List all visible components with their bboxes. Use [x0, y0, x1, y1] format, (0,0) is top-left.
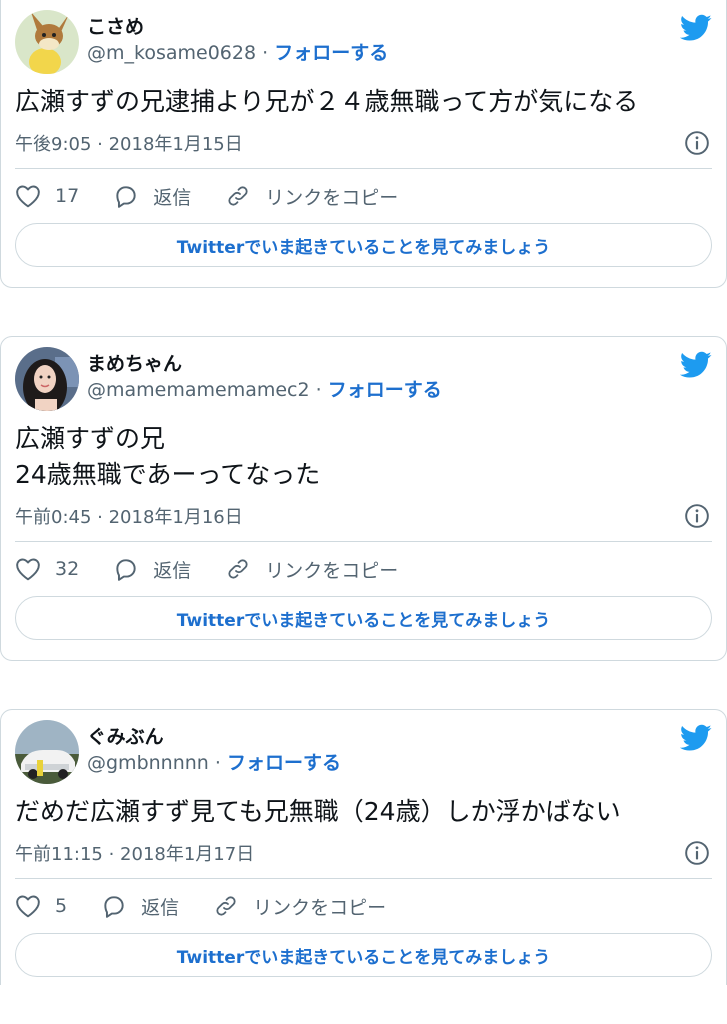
author-names: こさめ @m_kosame0628 · フォローする — [87, 14, 388, 66]
timestamp-link[interactable]: 午前0:45 · 2018年1月16日 — [15, 503, 243, 529]
timestamp-link[interactable]: 午後9:05 · 2018年1月15日 — [15, 130, 243, 156]
author-names: まめちゃん @mamemamemamec2 · フォローする — [87, 351, 442, 403]
tweet-header: ぐみぶん @gmbnnnnn · フォローする — [15, 710, 712, 784]
reply-button[interactable]: 返信 — [113, 556, 191, 583]
see-whats-happening-button[interactable]: Twitterでいま起きていることを見てみましょう — [15, 223, 712, 267]
reply-bubble-icon — [116, 186, 136, 208]
like-count: 5 — [55, 895, 68, 917]
like-count: 32 — [55, 558, 80, 580]
tweet-actions: 5 返信 リンクをコピー — [15, 879, 712, 933]
see-whats-happening-button[interactable]: Twitterでいま起きていることを見てみましょう — [15, 596, 712, 640]
tweet-text: 広瀬すずの兄 24歳無職であーってなった — [15, 424, 321, 489]
info-icon[interactable] — [684, 840, 710, 866]
tweet-card: ぐみぶん @gmbnnnnn · フォローする だめだ広瀬すず見ても兄無職（24… — [0, 709, 727, 985]
tweet-actions: 32 返信 リンクをコピー — [15, 542, 712, 596]
reply-button[interactable]: 返信 — [113, 183, 191, 210]
heart-icon — [16, 895, 40, 918]
tweet-meta: 午前0:45 · 2018年1月16日 — [15, 501, 712, 531]
separator: · — [262, 42, 269, 64]
handle-line: @mamemamemamec2 · フォローする — [87, 377, 442, 403]
copy-link-label: リンクをコピー — [253, 896, 387, 919]
tweet-text: 広瀬すずの兄逮捕より兄が２４歳無職って方が気になる — [15, 87, 639, 116]
timestamp-link[interactable]: 午前11:15 · 2018年1月17日 — [15, 840, 254, 866]
link-icon — [228, 559, 248, 579]
reply-bubble-icon — [104, 896, 124, 918]
link-icon — [216, 896, 236, 916]
handle[interactable]: @m_kosame0628 — [87, 42, 256, 64]
like-button[interactable]: 5 — [15, 894, 67, 918]
tweet-meta: 午後9:05 · 2018年1月15日 — [15, 128, 712, 158]
reply-label: 返信 — [153, 186, 192, 209]
like-button[interactable]: 17 — [15, 184, 79, 208]
card-gap — [0, 288, 727, 336]
tweet-header: こさめ @m_kosame0628 · フォローする — [15, 0, 712, 74]
twitter-bird-icon[interactable] — [680, 14, 712, 42]
reply-button[interactable]: 返信 — [101, 893, 179, 920]
follow-button[interactable]: フォローする — [227, 752, 341, 774]
avatar[interactable] — [15, 347, 79, 411]
twitter-bird-icon[interactable] — [680, 351, 712, 379]
handle-line: @m_kosame0628 · フォローする — [87, 40, 388, 66]
tweet-actions: 17 返信 リンクをコピー — [15, 169, 712, 223]
follow-button[interactable]: フォローする — [274, 42, 388, 64]
handle[interactable]: @gmbnnnnn — [87, 752, 209, 774]
avatar[interactable] — [15, 10, 79, 74]
separator: · — [315, 379, 322, 401]
see-whats-happening-button[interactable]: Twitterでいま起きていることを見てみましょう — [15, 933, 712, 977]
display-name[interactable]: ぐみぶん — [87, 724, 341, 750]
info-icon[interactable] — [684, 503, 710, 529]
card-gap — [0, 661, 727, 709]
tweet-card: まめちゃん @mamemamemamec2 · フォローする 広瀬すずの兄 24… — [0, 336, 727, 661]
separator: · — [214, 752, 221, 774]
tweet-meta: 午前11:15 · 2018年1月17日 — [15, 838, 712, 868]
tweet-card: こさめ @m_kosame0628 · フォローする 広瀬すずの兄逮捕より兄が２… — [0, 0, 727, 288]
twitter-bird-icon[interactable] — [680, 724, 712, 752]
info-icon[interactable] — [684, 130, 710, 156]
like-button[interactable]: 32 — [15, 557, 79, 581]
link-icon — [228, 186, 248, 206]
heart-icon — [16, 185, 40, 208]
reply-bubble-icon — [116, 559, 136, 581]
follow-button[interactable]: フォローする — [328, 379, 442, 401]
display-name[interactable]: まめちゃん — [87, 351, 442, 377]
author-names: ぐみぶん @gmbnnnnn · フォローする — [87, 724, 341, 776]
copy-link-button[interactable]: リンクをコピー — [225, 556, 398, 583]
heart-icon — [16, 558, 40, 581]
handle-line: @gmbnnnnn · フォローする — [87, 750, 341, 776]
like-count: 17 — [55, 185, 80, 207]
tweet-text: だめだ広瀬すず見ても兄無職（24歳）しか浮かばない — [15, 797, 621, 826]
copy-link-button[interactable]: リンクをコピー — [213, 893, 386, 920]
tweet-header: まめちゃん @mamemamemamec2 · フォローする — [15, 337, 712, 411]
handle[interactable]: @mamemamemamec2 — [87, 379, 310, 401]
copy-link-button[interactable]: リンクをコピー — [225, 183, 398, 210]
copy-link-label: リンクをコピー — [265, 186, 399, 209]
reply-label: 返信 — [141, 896, 180, 919]
reply-label: 返信 — [153, 559, 192, 582]
avatar[interactable] — [15, 720, 79, 784]
copy-link-label: リンクをコピー — [265, 559, 399, 582]
display-name[interactable]: こさめ — [87, 14, 388, 40]
